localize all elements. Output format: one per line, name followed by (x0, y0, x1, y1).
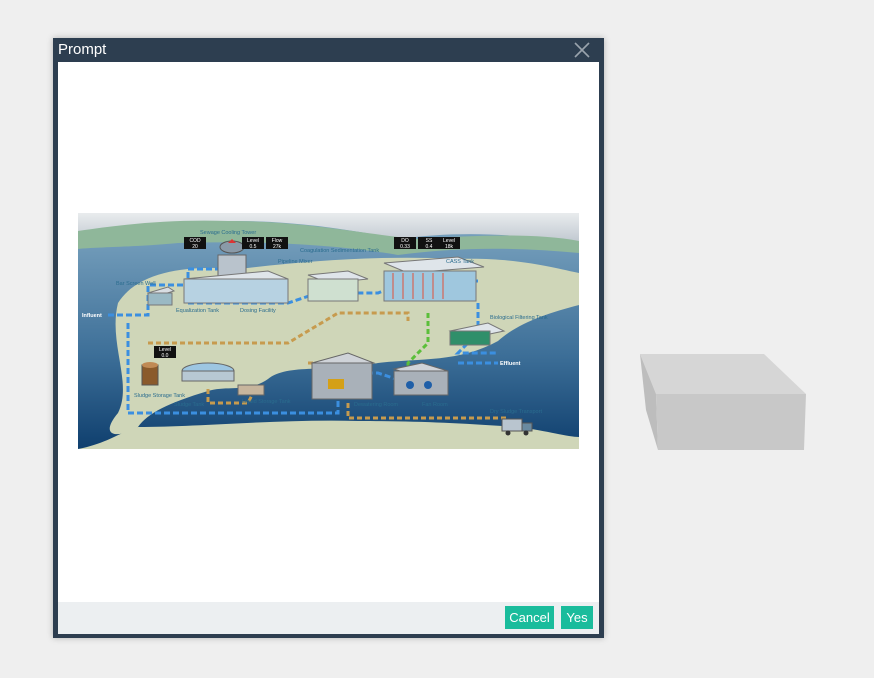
label-fan-room: Fan Room (422, 402, 448, 408)
label-pipeline-mixer: Pipeline Mixer (278, 259, 313, 265)
prompt-dialog: Prompt COD 20 Level 0.5 Flow 27k DO 0.33… (53, 38, 604, 638)
label-influent: Influent (82, 313, 102, 319)
label-sludge-tank: Sludge Tank (174, 402, 204, 408)
label-liquid-storage-tank: Liquid Storage Tank (242, 399, 291, 405)
readout-level-value: 0.5 (250, 244, 257, 250)
readout-level2-value: 18k (445, 244, 454, 250)
label-dewatering-room: Dewatering Room (354, 402, 398, 408)
readout-level3-value: 0.0 (162, 353, 169, 359)
sludge-storage-tank (141, 362, 159, 386)
liquid-storage-tank (237, 384, 265, 396)
label-coagulation-tank: Coagulation Sedimentation Tank (300, 248, 379, 254)
readout-ss-value: 0.4 (426, 244, 433, 250)
label-bar-screen-well: Bar Screen Well (116, 281, 156, 287)
dialog-footer: Cancel Yes (58, 602, 599, 634)
readout-do-value: 0.33 (400, 244, 410, 250)
close-icon[interactable] (573, 41, 591, 59)
dewatering-room (310, 352, 376, 400)
gray-3d-box (640, 354, 806, 450)
label-sludge-storage-tank: Sludge Storage Tank (134, 393, 185, 399)
label-equalization-tank: Equalization Tank (176, 308, 219, 314)
yes-button[interactable]: Yes (561, 606, 593, 629)
sludge-tank (181, 362, 235, 382)
dialog-body: COD 20 Level 0.5 Flow 27k DO 0.33 SS 0.4… (58, 62, 599, 602)
label-effluent: Effluent (500, 361, 521, 367)
readout-flow-value: 27k (273, 244, 282, 250)
label-cass-tank: CASS Tank (446, 259, 474, 265)
label-biological-filtering-tank: Biological Filtering Tank (490, 315, 548, 321)
label-dosing-facility: Dosing Facility (240, 308, 276, 314)
cancel-button[interactable]: Cancel (505, 606, 554, 629)
dialog-titlebar: Prompt (53, 38, 604, 62)
process-diagram: COD 20 Level 0.5 Flow 27k DO 0.33 SS 0.4… (78, 213, 579, 449)
label-sewage-cooling-tower: Sewage Cooling Tower (200, 230, 256, 236)
readout-cod-value: 20 (192, 244, 198, 250)
dialog-title: Prompt (58, 41, 107, 58)
label-dry-sludge-transport: Dry Sludge Transport (490, 409, 542, 415)
